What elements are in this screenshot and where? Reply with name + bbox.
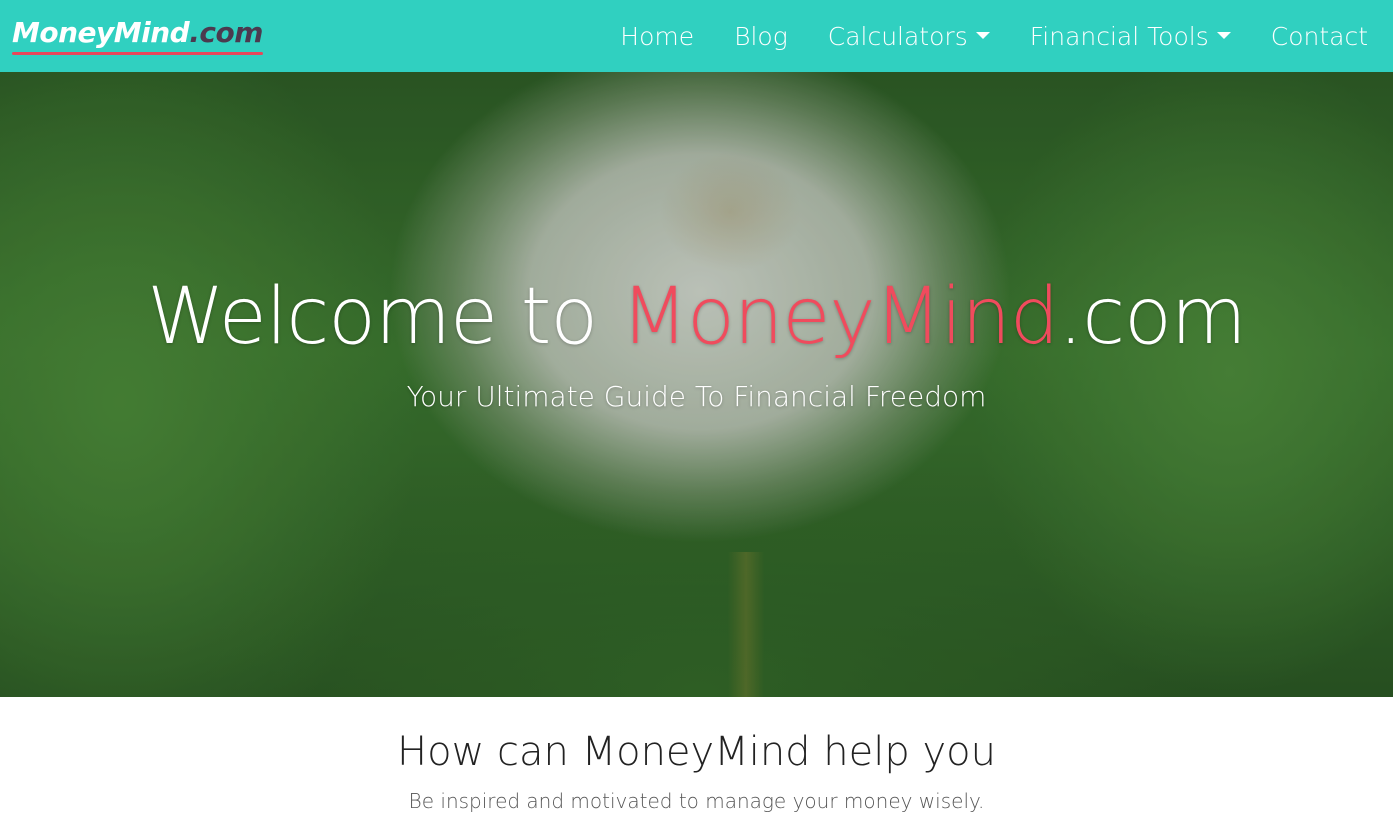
brand-name: MoneyMind bbox=[12, 15, 190, 49]
caret-down-icon bbox=[975, 31, 990, 39]
brand-logo[interactable]: MoneyMind .com bbox=[12, 15, 263, 55]
nav-contact-label: Contact bbox=[1270, 21, 1368, 51]
hero-title: Welcome to MoneyMind.com bbox=[0, 272, 1393, 362]
nav-menu: Home Blog Calculators Financial Tools Co… bbox=[600, 22, 1368, 51]
intro-section: How can MoneyMind help you Be inspired a… bbox=[0, 697, 1393, 834]
intro-text: Be inspired and motivated to manage your… bbox=[408, 789, 985, 813]
nav-home-link[interactable]: Home bbox=[600, 22, 714, 51]
nav-financial-tools-label: Financial Tools bbox=[1029, 21, 1209, 51]
brand-tld: .com bbox=[189, 15, 263, 49]
caret-down-icon bbox=[1216, 31, 1231, 39]
nav-calculators-label: Calculators bbox=[827, 21, 968, 51]
nav-blog-label: Blog bbox=[734, 21, 788, 51]
nav-financial-tools-dropdown[interactable]: Financial Tools bbox=[1010, 22, 1251, 51]
hero-subtitle: Your Ultimate Guide To Financial Freedom bbox=[406, 380, 987, 413]
brand-underline bbox=[12, 51, 263, 55]
nav-home-label: Home bbox=[620, 21, 695, 51]
hero-title-suffix: .com bbox=[1058, 272, 1246, 362]
hero-title-accent: MoneyMind bbox=[620, 272, 1060, 362]
top-navbar: MoneyMind .com Home Blog Calculators Fina… bbox=[0, 0, 1393, 72]
nav-contact-link[interactable]: Contact bbox=[1251, 22, 1368, 51]
nav-blog-link[interactable]: Blog bbox=[714, 22, 808, 51]
hero-title-prefix: Welcome to bbox=[147, 272, 621, 362]
hero-banner: Welcome to MoneyMind.com Your Ultimate G… bbox=[0, 72, 1393, 697]
nav-calculators-dropdown[interactable]: Calculators bbox=[808, 22, 1010, 51]
intro-heading: How can MoneyMind help you bbox=[397, 729, 996, 775]
